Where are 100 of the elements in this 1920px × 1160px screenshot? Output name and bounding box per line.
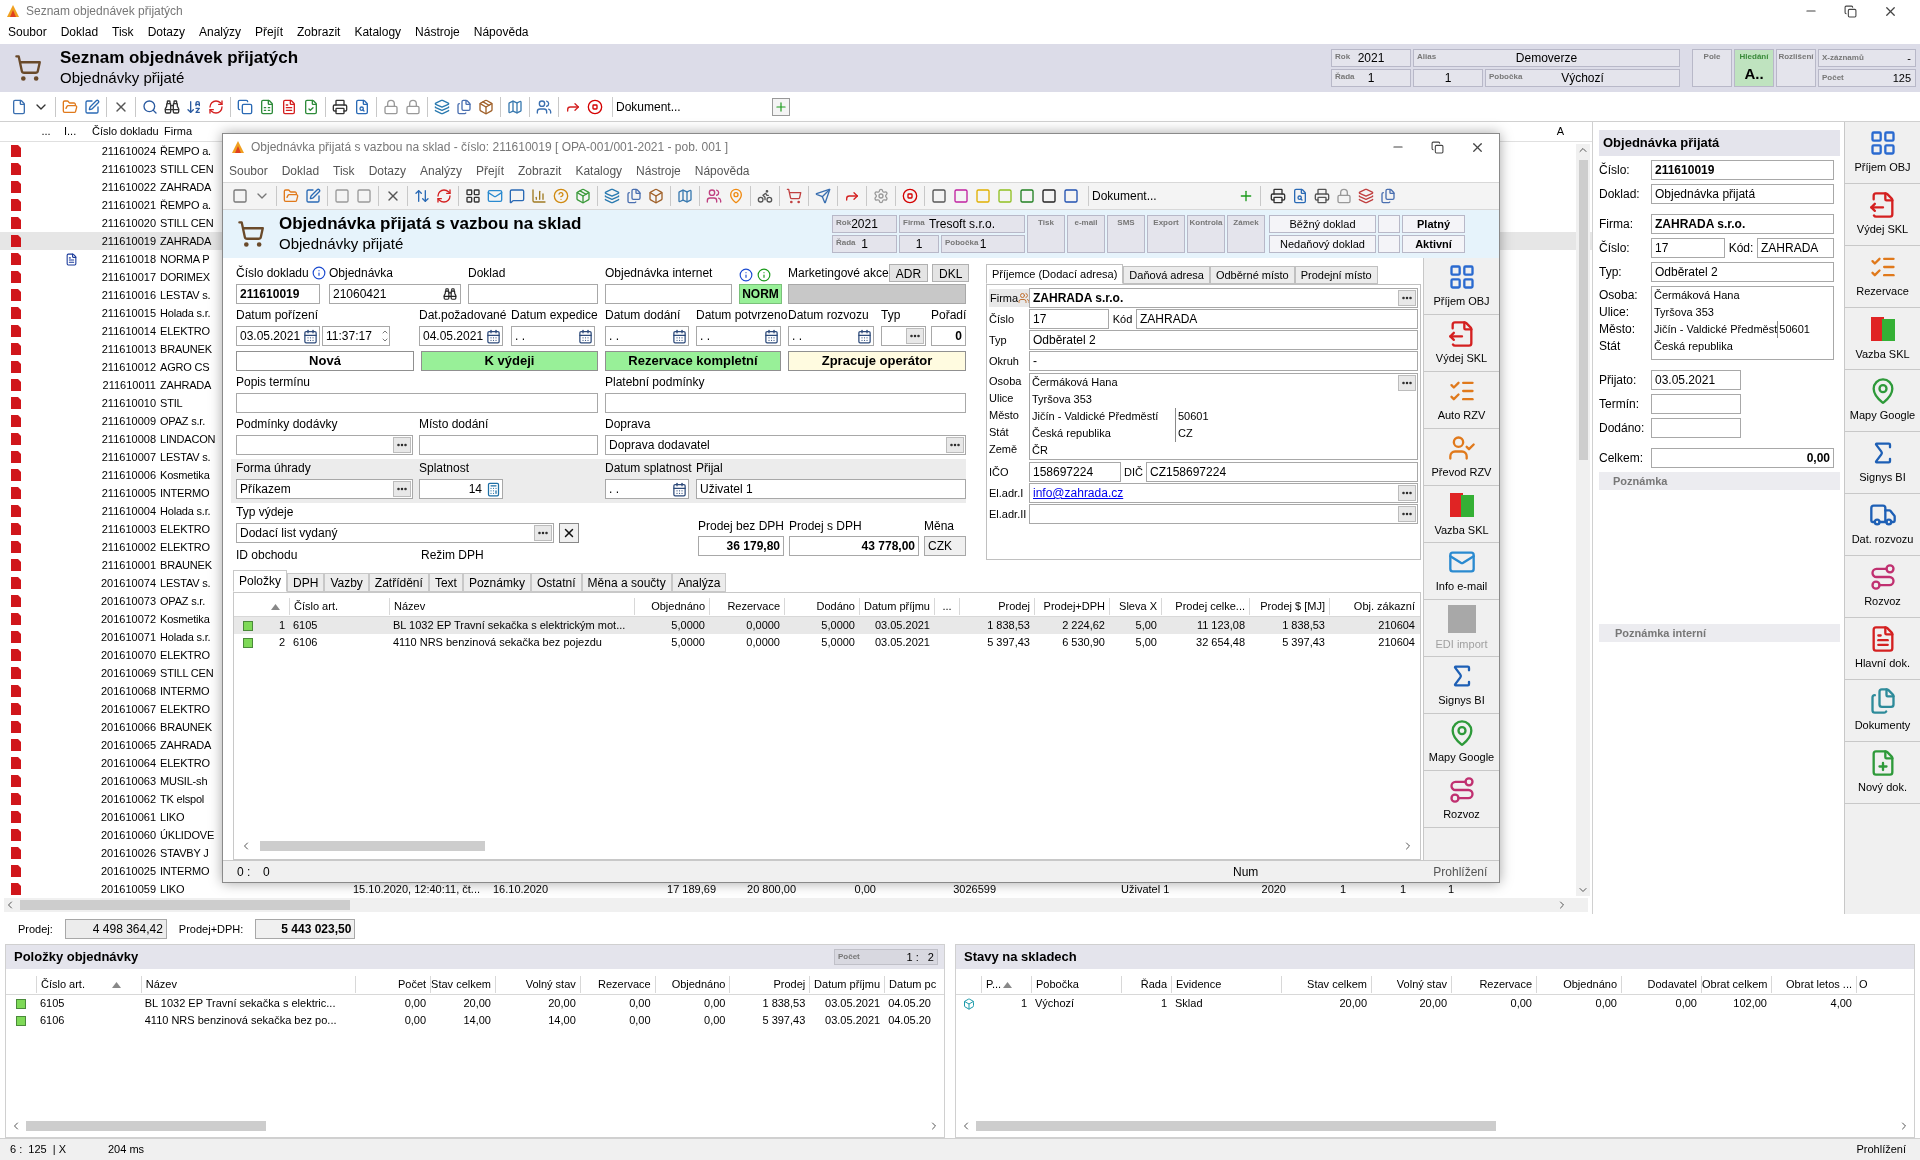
page-heading: Seznam objednávek přijatých (60, 48, 299, 68)
table-cell-text: TK elspol (159, 791, 206, 807)
table-cell-text: 211610024 (100, 143, 156, 159)
table-cell-text: 211610005 (100, 485, 156, 501)
status-text: 6 : 125 | X (9, 1142, 68, 1158)
table-cell-text: ZAHRADA (159, 737, 213, 753)
table-cell-text: 201610074 (99, 575, 156, 591)
flag-label: Zámek (1233, 217, 1259, 229)
table-cell-text: DORIMEX (159, 269, 211, 285)
table-cell-text: MUSIL-sh (159, 773, 209, 789)
table-cell-text: BL 1032 EP Travní sekačka s elektric... (143, 996, 337, 1012)
table-cell-text: 5,0000 (670, 635, 706, 651)
table-cell-text: 0,00 (1674, 996, 1698, 1012)
info-value: 1 (979, 236, 987, 253)
table-cell-text: 201610064 (99, 755, 156, 771)
table-cell-text: 211610004 (100, 503, 156, 519)
table-cell-text: 211610002 (100, 539, 156, 555)
window-title: Seznam objednávek přijatých (26, 3, 183, 20)
table-cell-text: ELEKTRO (159, 539, 211, 555)
table-cell-text: 0,00 (1594, 996, 1618, 1012)
table-cell-text: STILL CEN (159, 161, 215, 177)
table-cell-text: 1 (277, 618, 286, 634)
table-cell-text: 32 654,48 (1195, 635, 1246, 651)
table-cell-text: 201610069 (99, 665, 156, 681)
table-cell-text: 03.05.2021 (873, 618, 931, 634)
field-label: Prodej+DPH: (178, 921, 244, 937)
field-label: Celkem: (1599, 450, 1644, 467)
table-cell-text: ELEKTRO (159, 701, 211, 717)
field-label: Osoba: (1599, 287, 1639, 303)
table-cell-text: 4110 NRS benzinová sekačka bez po... (143, 1013, 338, 1029)
table-cell-text: ÚKLIDOVE (159, 827, 216, 843)
field-label: Režim DPH (421, 547, 484, 564)
field-label: Kód (1111, 311, 1134, 327)
field-label: Platební podmínky (605, 375, 705, 389)
table-cell-text: 211610006 (100, 467, 156, 483)
table-cell-text: STAVBY J (159, 845, 210, 861)
table-cell-text: 201610063 (99, 773, 156, 789)
info-label: X-záznamů (1821, 52, 1864, 64)
field-label: Město: (1599, 321, 1636, 337)
table-cell-text: 4110 NRS benzinová sekačka bez pojezdu (392, 635, 603, 651)
info-value: Výchozí (1561, 70, 1604, 87)
table-cell-text: 1 838,53 (761, 996, 807, 1012)
table-cell-text: 201610060 (99, 827, 156, 843)
table-cell-text: 20,00 (1418, 996, 1448, 1012)
table-cell-text: 0,00 (403, 996, 428, 1012)
status-text: 0 : (236, 863, 252, 881)
status-text: Prohlížení (1856, 1142, 1906, 1158)
field-label: Popis termínu (236, 375, 311, 389)
field-label: Typ výdeje (236, 504, 294, 521)
status-bar: K výdeji (421, 351, 598, 371)
doc-type-field: Nedaňový doklad (1269, 235, 1376, 253)
table-cell-text: 201610070 (99, 647, 156, 663)
page-subheading: Objednávky přijaté (60, 68, 186, 88)
table-cell-text: 201610026 (99, 845, 156, 861)
field-label: Dodáno: (1599, 420, 1646, 437)
table-cell-text: LIKO (159, 809, 186, 825)
table-cell-text: Výchozí (1034, 996, 1076, 1012)
state-field: Platný (1402, 215, 1465, 233)
table-cell-text: 03.05.2021 (824, 1013, 882, 1029)
info-label: Počet (1821, 72, 1844, 84)
table-cell-text: 0,00 (628, 1013, 652, 1029)
info-value: 1 (1367, 70, 1375, 87)
table-cell-text: 17 189,69 (666, 881, 716, 897)
table-cell-text: BRAUNEK (159, 341, 213, 357)
table-cell-text: 211610021 (100, 197, 156, 213)
table-cell-text: ZAHRADA (159, 179, 213, 195)
address-line: Česká republika (1032, 426, 1112, 442)
status-bar: Nová (236, 351, 414, 371)
table-cell-text: 16.10.2020 (493, 881, 550, 897)
status-text: Num (1233, 863, 1259, 881)
table-cell-text: 211610010 (100, 395, 156, 411)
info-value: Demoverze (1515, 50, 1578, 67)
table-cell-text: 20,00 (547, 996, 577, 1012)
address-line: Jičín - Valdické Předměstí (1032, 409, 1160, 425)
table-cell-text: 04.05.20 (887, 996, 932, 1012)
address-line: Jičín - Valdické Předměst (1654, 322, 1778, 338)
status-text: 204 ms (107, 1142, 145, 1158)
table-cell-text: 04.05.20 (887, 1013, 932, 1029)
table-cell-text: 6105 (292, 618, 319, 634)
table-cell-text: INTERMO (159, 683, 211, 699)
info-label: Rok (836, 217, 852, 227)
table-cell-text: 03.05.2021 (873, 635, 931, 651)
table-cell-text: Sklad (1174, 996, 1204, 1012)
table-cell-text: 1 838,53 (986, 618, 1031, 634)
address-line: Čermáková Hana (1032, 375, 1119, 391)
table-cell-text: 201610062 (99, 791, 156, 807)
table-cell-text: 2 (277, 635, 286, 651)
table-cell-text: 201610059 (99, 881, 156, 897)
field-label: Země (989, 442, 1019, 457)
field-label: El.adr.I (989, 485, 1025, 501)
table-cell-text: ELEKTRO (159, 755, 211, 771)
field-label: Číslo (989, 311, 1016, 327)
info-value: 1 (861, 236, 868, 253)
table-cell-text: STIL (159, 395, 184, 411)
field-label: Objednávka (329, 266, 394, 280)
table-cell-text: 211610001 (100, 557, 156, 573)
table-cell-text: OPAZ s.r. (159, 593, 207, 609)
table-cell-text: STILL CEN (159, 215, 215, 231)
table-cell-text: 211610016 (100, 287, 156, 303)
table-cell-text: 14,00 (462, 1013, 492, 1029)
